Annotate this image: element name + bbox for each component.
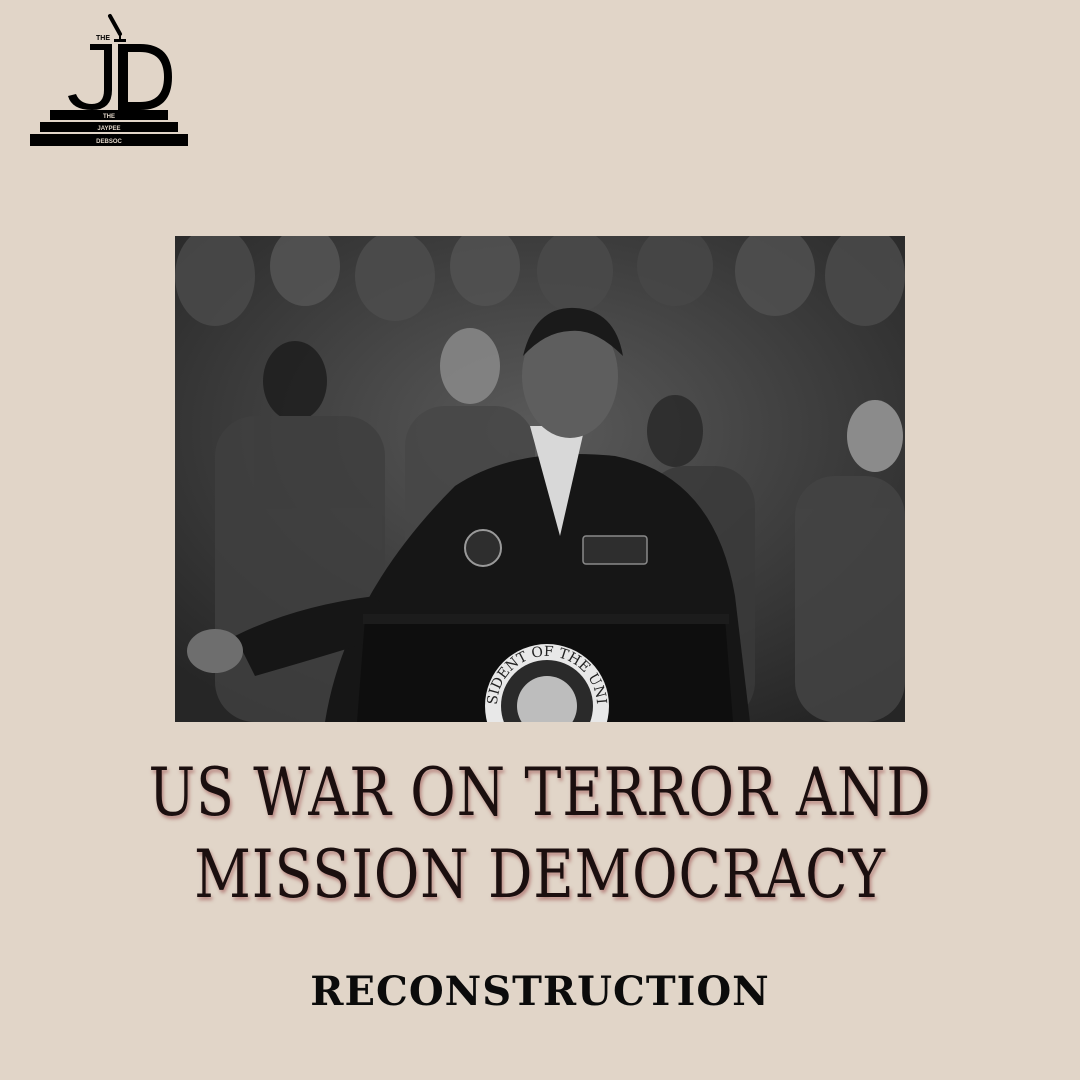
logo-step-line-1: THE <box>103 114 115 120</box>
headline: US WAR ON TERROR AND MISSION DEMOCRACY <box>137 752 943 916</box>
headline-line-1: US WAR ON TERROR AND <box>148 754 932 831</box>
microphone-icon <box>108 14 126 42</box>
logo-letter-j <box>68 44 112 110</box>
headline-line-2: MISSION DEMOCRACY <box>194 836 886 913</box>
jaypee-debsoc-logo: THE THE JAYPEE DEBSOC <box>28 10 190 155</box>
subheading: RECONSTRUCTION <box>310 968 770 1015</box>
logo-top-word: THE <box>96 35 110 42</box>
logo-letter-d <box>118 44 172 110</box>
logo-step-line-3: DEBSOC <box>96 139 122 145</box>
speaker-photo: PRESIDENT OF THE UNITED <box>175 236 905 722</box>
logo-step-line-2: JAYPEE <box>97 126 120 132</box>
